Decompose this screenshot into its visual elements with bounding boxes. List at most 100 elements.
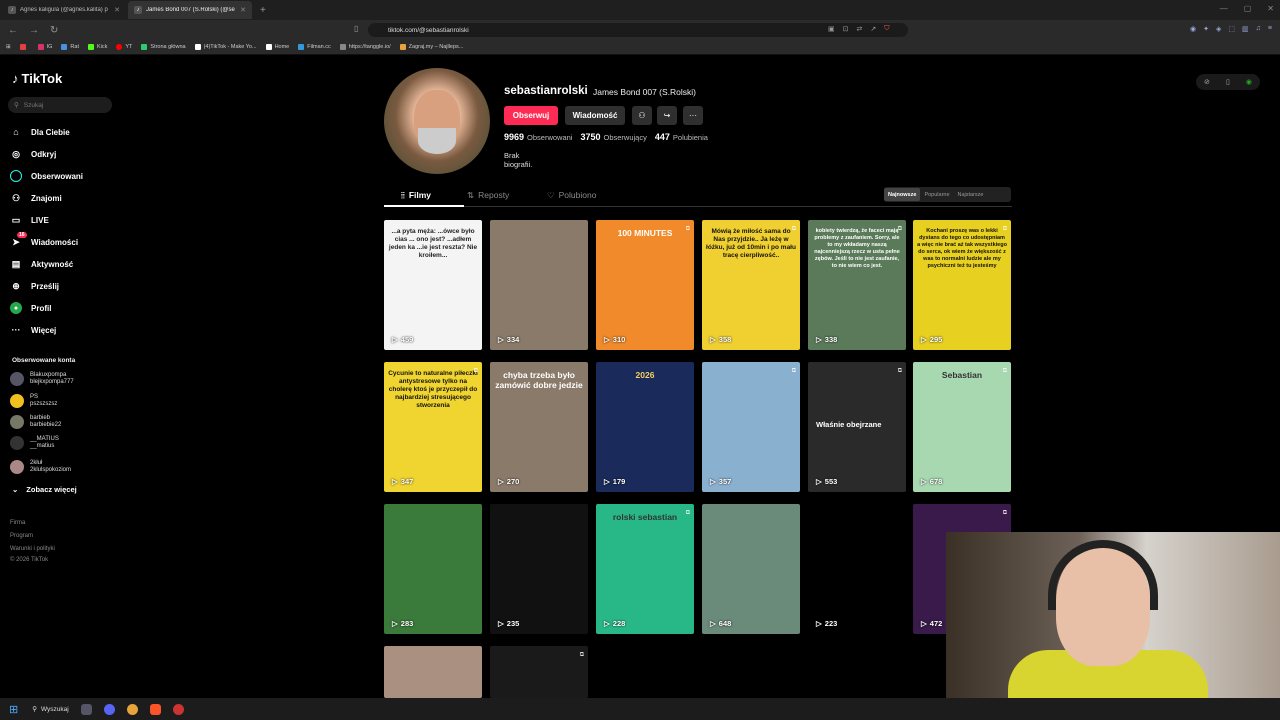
close-window-icon[interactable]: ✕ [1267, 4, 1274, 13]
bookmark-item[interactable]: https://tanggle.io/ [339, 44, 391, 50]
more-options-icon[interactable]: ··· [683, 106, 703, 125]
maximize-icon[interactable]: ▢ [1244, 4, 1252, 13]
video-card[interactable]: Cycunie to naturalne piłeczki antystreso… [384, 362, 482, 492]
tab-videos[interactable]: ⦙⦙ Filmy [401, 190, 431, 201]
bookmark-item[interactable]: IG [37, 44, 52, 50]
video-card[interactable] [384, 646, 482, 698]
message-button[interactable]: Wiadomość [565, 106, 625, 125]
screen-icon[interactable]: ⊡ [843, 25, 849, 33]
sidebar-item-profile[interactable]: ● Profil [10, 302, 51, 314]
video-card[interactable]: ▷ 223 [808, 504, 906, 634]
minimize-icon[interactable]: — [1220, 4, 1228, 13]
sidebar-item-activity[interactable]: ▤ Aktywność [10, 258, 74, 270]
video-card[interactable]: ▷ 334 [490, 220, 588, 350]
puzzle-icon[interactable]: ⬚ [1228, 25, 1235, 33]
video-card[interactable]: chyba trzeba było zamówić dobre jedzie ▷ 2… [490, 362, 588, 492]
sidebar-item-messages[interactable]: ➤ 16 Wiadomości [10, 232, 78, 248]
followed-account-item[interactable]: PS pszszszsz [10, 394, 57, 408]
video-card[interactable]: Mówią że miłość sama do Nas przyjdzie.. … [702, 220, 800, 350]
video-card[interactable]: ▷ 235 [490, 504, 588, 634]
bookmark-item[interactable]: Strona główna [141, 44, 186, 50]
browser-tab-active[interactable]: ♪ James Bond 007 (S.Rolski) (@se ✕ [128, 1, 252, 19]
chrome-icon[interactable] [126, 703, 138, 715]
sort-popular[interactable]: Popularne [920, 188, 953, 201]
see-more-button[interactable]: ⌄ Zobacz więcej [12, 485, 77, 494]
footer-link[interactable]: Firma [10, 517, 55, 530]
video-card[interactable]: ...a pyta męża: ...ówce było cias ... on… [384, 220, 482, 350]
tab-reposts[interactable]: ⇅ Reposty [467, 190, 509, 201]
user-avatar-icon[interactable]: ◉ [1246, 78, 1252, 86]
brave-shield-icon[interactable]: ⛉ [884, 25, 889, 33]
bookmark-item[interactable]: Kick [87, 44, 107, 50]
forward-icon[interactable]: → [29, 25, 39, 36]
close-icon[interactable]: ✕ [114, 6, 120, 14]
bookmark-item[interactable]: YT [116, 44, 132, 50]
bookmark-item[interactable]: Home [265, 44, 289, 50]
browser-tab[interactable]: ♪ Agnes kaligula (@agnes.kalita) p ✕ [2, 1, 126, 19]
device-icon[interactable]: ▯ [1226, 78, 1230, 86]
video-card[interactable]: Sebastian ⧉ ▷ 678 [913, 362, 1011, 492]
sort-newest[interactable]: Najnowsze [884, 188, 921, 201]
add-friend-icon[interactable]: ⚇ [632, 106, 652, 125]
compass-icon[interactable]: ⊘ [1204, 78, 1210, 86]
share-icon[interactable]: ↪ [657, 106, 677, 125]
sidebar-item-live[interactable]: ▭ LIVE [10, 214, 49, 226]
search-input[interactable]: ⚲ Szukaj [8, 97, 112, 113]
video-card[interactable]: kobiety twierdzą, że faceci mają problem… [808, 220, 906, 350]
discord-icon[interactable] [103, 703, 115, 715]
followed-account-item[interactable]: __MATIUS __matius [10, 436, 59, 450]
tab-liked[interactable]: ♡ Polubiono [547, 190, 596, 201]
video-card[interactable]: ▷ 648 [702, 504, 800, 634]
bookmark-item[interactable] [19, 44, 29, 50]
url-field[interactable]: tiktok.com/@sebastianrolski [368, 23, 908, 37]
tiktok-logo[interactable]: ♪ TikTok [12, 71, 62, 86]
followed-account-item[interactable]: barbieb barbiebie22 [10, 415, 61, 429]
follow-button[interactable]: Obserwuj [504, 106, 558, 125]
task-view-icon[interactable] [80, 703, 92, 715]
video-card[interactable]: ▷ 283 [384, 504, 482, 634]
close-icon[interactable]: ✕ [240, 6, 246, 14]
sidebar-item-explore[interactable]: ◎ Odkryj [10, 148, 56, 160]
menu-icon[interactable]: ≡ [1268, 25, 1272, 33]
video-icon[interactable]: ▣ [828, 25, 835, 33]
bookmark-icon[interactable]: ▯ [354, 24, 358, 33]
extension-icon[interactable]: ◈ [1216, 25, 1221, 33]
footer-link[interactable]: Program [10, 530, 55, 543]
video-card[interactable]: 100 MINUTES ⧉ ▷ 310 [596, 220, 694, 350]
video-card[interactable]: Kochani proszę was o lekki dystans do te… [913, 220, 1011, 350]
stat-followers[interactable]: 3750 Obserwujący [580, 132, 646, 142]
sidebar-item-more[interactable]: ··· Więcej [10, 324, 57, 336]
sidebar-item-upload[interactable]: ⊕ Prześlij [10, 280, 59, 292]
sidebar-item-following[interactable]: Obserwowani [10, 170, 83, 182]
stat-following[interactable]: 9969 Obserwowani [504, 132, 572, 142]
bookmark-item[interactable]: Zagraj.my – Najlleps... [399, 44, 463, 50]
followed-account-item[interactable]: 2kłuł 2klulspokoziom [10, 460, 71, 474]
video-card[interactable]: ⧉ Właśnie obejrzane ▷ 553 [808, 362, 906, 492]
share-icon[interactable]: ↗ [870, 25, 876, 33]
video-card[interactable]: ⧉ ▷ 357 [702, 362, 800, 492]
sidebar-icon[interactable]: ▥ [1242, 25, 1249, 33]
followed-account-item[interactable]: Blakuxpompa blejkxpompa777 [10, 372, 74, 386]
obs-icon[interactable] [172, 703, 184, 715]
apps-grid-icon[interactable]: ⊞ [6, 44, 11, 50]
brave-icon[interactable] [149, 703, 161, 715]
extension-icon[interactable]: ✦ [1203, 25, 1209, 33]
translate-icon[interactable]: ⇄ [857, 25, 863, 33]
reload-icon[interactable]: ↻ [50, 25, 58, 36]
back-icon[interactable]: ← [8, 25, 18, 36]
new-tab-button[interactable]: + [260, 5, 266, 16]
video-card[interactable]: rolski sebastian ⧉ ▷ 228 [596, 504, 694, 634]
sidebar-item-for-you[interactable]: ⌂ Dla Ciebie [10, 126, 69, 138]
sidebar-item-friends[interactable]: ⚇ Znajomi [10, 192, 62, 204]
bookmark-item[interactable]: (4)TikTok - Make Yo... [194, 44, 257, 50]
music-icon[interactable]: ♫ [1256, 25, 1261, 33]
video-card[interactable]: 2026 ▷ 179 [596, 362, 694, 492]
footer-link[interactable]: Warunki i polityki [10, 543, 55, 556]
bookmark-item[interactable]: Filman.cc [298, 44, 331, 50]
extension-icon[interactable]: ◉ [1190, 25, 1196, 33]
video-card[interactable]: ⧉ [490, 646, 588, 698]
windows-start-icon[interactable]: ⊞ [9, 703, 18, 716]
bookmark-item[interactable]: Rat [61, 44, 79, 50]
sort-oldest[interactable]: Najstarsze [954, 188, 988, 201]
taskbar-search[interactable]: ⚲ Wyszukaj [32, 705, 69, 714]
